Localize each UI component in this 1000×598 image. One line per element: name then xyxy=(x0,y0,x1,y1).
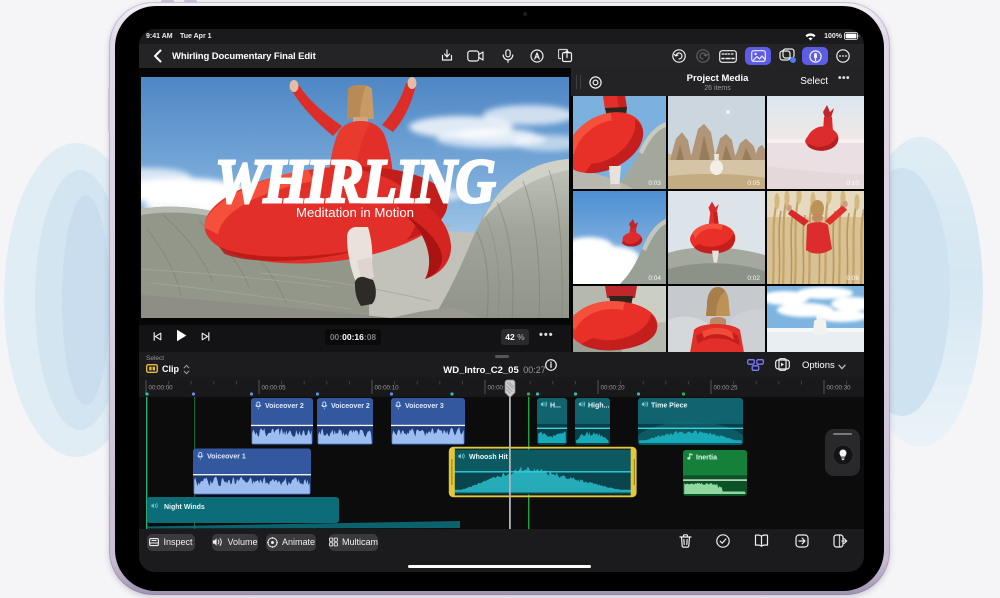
svg-text:Meditation in Motion: Meditation in Motion xyxy=(296,205,414,220)
svg-text:High...: High... xyxy=(588,403,609,410)
svg-text:Voiceover 1: Voiceover 1 xyxy=(207,454,246,461)
svg-text:0:03: 0:03 xyxy=(648,180,661,187)
svg-text:00:00:10: 00:00:10 xyxy=(375,385,400,392)
svg-text:Voiceover 3: Voiceover 3 xyxy=(405,403,444,410)
svg-text:Voiceover 2: Voiceover 2 xyxy=(265,403,304,410)
svg-text:0:10: 0:10 xyxy=(846,180,859,187)
svg-text:00:00:00: 00:00:00 xyxy=(149,385,174,392)
svg-text:H...: H... xyxy=(550,403,561,410)
svg-text:0:02: 0:02 xyxy=(747,275,760,282)
svg-text:00:00:20: 00:00:20 xyxy=(601,385,626,392)
svg-text:Inertia: Inertia xyxy=(696,455,717,462)
svg-text:0:05: 0:05 xyxy=(747,180,760,187)
svg-text:Night Winds: Night Winds xyxy=(164,504,205,511)
svg-text:0:06: 0:06 xyxy=(846,275,859,282)
svg-text:Voiceover 2: Voiceover 2 xyxy=(331,403,370,410)
svg-text:Time Piece: Time Piece xyxy=(651,403,688,410)
svg-text:00:00:30: 00:00:30 xyxy=(827,385,852,392)
svg-text:00:00:25: 00:00:25 xyxy=(714,385,739,392)
svg-text:0:04: 0:04 xyxy=(648,275,661,282)
svg-text:00:00:05: 00:00:05 xyxy=(262,385,287,392)
